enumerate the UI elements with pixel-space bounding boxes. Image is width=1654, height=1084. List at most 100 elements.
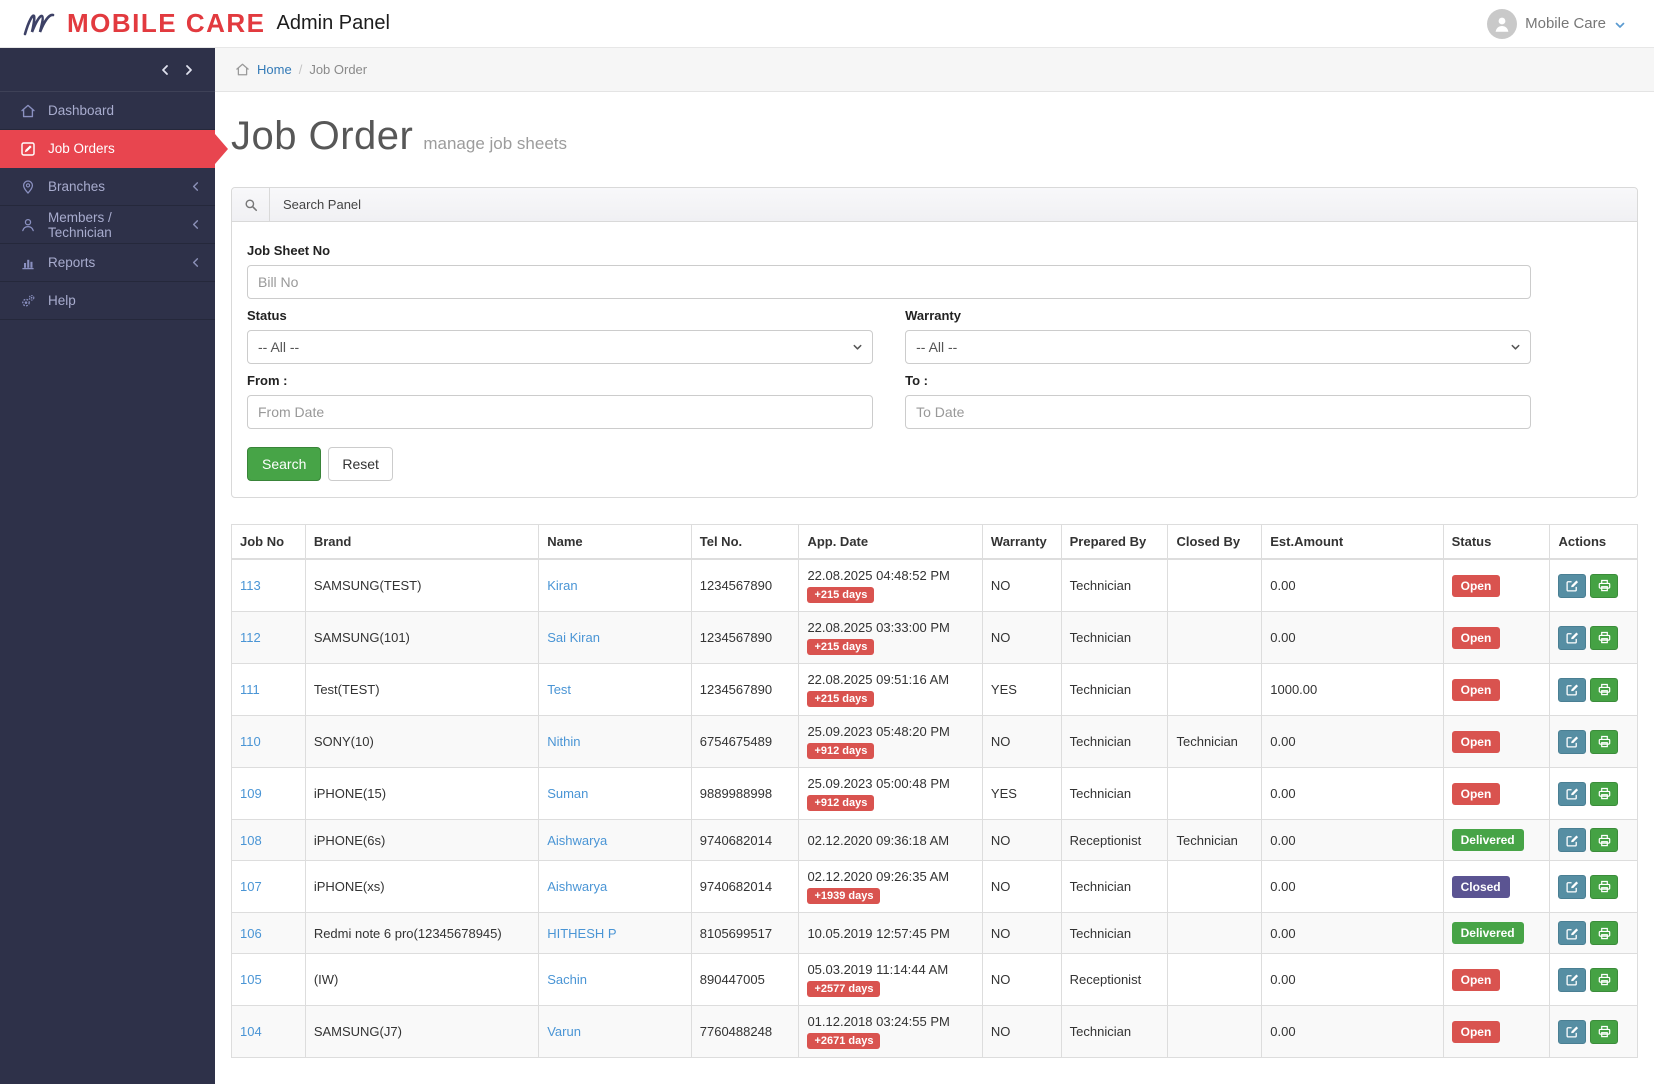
customer-name-link[interactable]: Nithin [547,734,580,749]
edit-button[interactable] [1558,1020,1586,1044]
est-amount-cell: 0.00 [1262,716,1443,768]
edit-button[interactable] [1558,730,1586,754]
status-cell: Open [1443,716,1550,768]
days-badge: +912 days [807,795,874,811]
print-button[interactable] [1590,1020,1618,1044]
table-header-row: Job NoBrandNameTel No.App. DateWarrantyP… [232,525,1638,560]
customer-name-link[interactable]: Aishwarya [547,879,607,894]
reset-button[interactable]: Reset [328,447,393,481]
breadcrumb: Home / Job Order [215,48,1654,92]
status-badge: Closed [1452,876,1510,898]
name-cell: Suman [539,768,692,820]
app-date-cell: 10.05.2019 12:57:45 PM [799,913,982,954]
from-date-label: From : [247,373,873,388]
edit-button[interactable] [1558,968,1586,992]
name-cell: Kiran [539,559,692,612]
prepared-by-cell: Technician [1061,913,1168,954]
sidebar-collapse-left-icon[interactable] [159,64,171,76]
warranty-cell: NO [982,954,1061,1006]
print-button[interactable] [1590,574,1618,598]
job-no-link[interactable]: 108 [240,833,262,848]
closed-by-cell [1168,1006,1262,1058]
status-badge: Open [1452,575,1501,597]
job-no-link[interactable]: 109 [240,786,262,801]
home-icon [20,103,36,119]
edit-button[interactable] [1558,828,1586,852]
customer-name-link[interactable]: Varun [547,1024,581,1039]
actions-cell [1550,559,1638,612]
customer-name-link[interactable]: Test [547,682,571,697]
user-menu[interactable]: Mobile Care [1487,9,1626,39]
edit-button[interactable] [1558,574,1586,598]
job-no-link[interactable]: 105 [240,972,262,987]
sidebar-item-members-technician[interactable]: Members / Technician [0,206,215,244]
print-button[interactable] [1590,626,1618,650]
sidebar-collapse-right-icon[interactable] [183,64,195,76]
table-row: 111Test(TEST)Test123456789022.08.2025 09… [232,664,1638,716]
warranty-cell: NO [982,861,1061,913]
prepared-by-cell: Technician [1061,612,1168,664]
print-button[interactable] [1590,678,1618,702]
sidebar-item-help[interactable]: Help [0,282,215,320]
column-header-app-date: App. Date [799,525,982,560]
brand-monogram-icon [22,10,58,38]
sidebar-item-reports[interactable]: Reports [0,244,215,282]
customer-name-link[interactable]: Sachin [547,972,587,987]
sidebar-item-dashboard[interactable]: Dashboard [0,92,215,130]
print-button[interactable] [1590,782,1618,806]
job-no-link[interactable]: 112 [240,630,261,645]
tel-cell: 1234567890 [691,664,799,716]
print-button[interactable] [1590,828,1618,852]
job-no-link[interactable]: 113 [240,578,261,593]
edit-button[interactable] [1558,875,1586,899]
print-button[interactable] [1590,968,1618,992]
gears-icon [20,293,36,309]
job-no-link[interactable]: 106 [240,926,262,941]
edit-button[interactable] [1558,678,1586,702]
customer-name-link[interactable]: Sai Kiran [547,630,600,645]
brand-cell: iPHONE(15) [305,768,538,820]
status-badge: Open [1452,627,1501,649]
app-date-cell: 05.03.2019 11:14:44 AM+2577 days [799,954,982,1006]
job-no-link[interactable]: 107 [240,879,262,894]
print-button[interactable] [1590,730,1618,754]
breadcrumb-home-link[interactable]: Home [257,62,292,77]
print-button[interactable] [1590,921,1618,945]
edit-button[interactable] [1558,921,1586,945]
edit-button[interactable] [1558,782,1586,806]
est-amount-cell: 0.00 [1262,1006,1443,1058]
job-no-link[interactable]: 104 [240,1024,262,1039]
job-no-link[interactable]: 111 [240,682,260,697]
breadcrumb-current: Job Order [309,62,367,77]
prepared-by-cell: Receptionist [1061,820,1168,861]
status-badge: Open [1452,783,1501,805]
name-cell: Aishwarya [539,861,692,913]
brand-cell: SAMSUNG(TEST) [305,559,538,612]
job-sheet-no-input[interactable] [247,265,1531,299]
logo-suffix: Admin Panel [277,12,390,35]
brand-cell: Test(TEST) [305,664,538,716]
customer-name-link[interactable]: Suman [547,786,588,801]
search-panel-title: Search Panel [270,188,361,221]
sidebar-item-job-orders[interactable]: Job Orders [0,130,215,168]
print-button[interactable] [1590,875,1618,899]
status-select[interactable]: -- All -- [247,330,873,364]
warranty-select[interactable]: -- All -- [905,330,1531,364]
job-no-cell: 110 [232,716,306,768]
customer-name-link[interactable]: Aishwarya [547,833,607,848]
days-badge: +215 days [807,587,874,603]
to-date-input[interactable] [905,395,1531,429]
sidebar-item-branches[interactable]: Branches [0,168,215,206]
actions-cell [1550,1006,1638,1058]
app-date-cell: 02.12.2020 09:26:35 AM+1939 days [799,861,982,913]
job-no-link[interactable]: 110 [240,734,261,749]
customer-name-link[interactable]: Kiran [547,578,577,593]
customer-name-link[interactable]: HITHESH P [547,926,616,941]
table-row: 110SONY(10)Nithin675467548925.09.2023 05… [232,716,1638,768]
from-date-input[interactable] [247,395,873,429]
tel-cell: 6754675489 [691,716,799,768]
edit-button[interactable] [1558,626,1586,650]
search-button[interactable]: Search [247,447,321,481]
brand-cell: Redmi note 6 pro(12345678945) [305,913,538,954]
app-date-cell: 02.12.2020 09:36:18 AM [799,820,982,861]
